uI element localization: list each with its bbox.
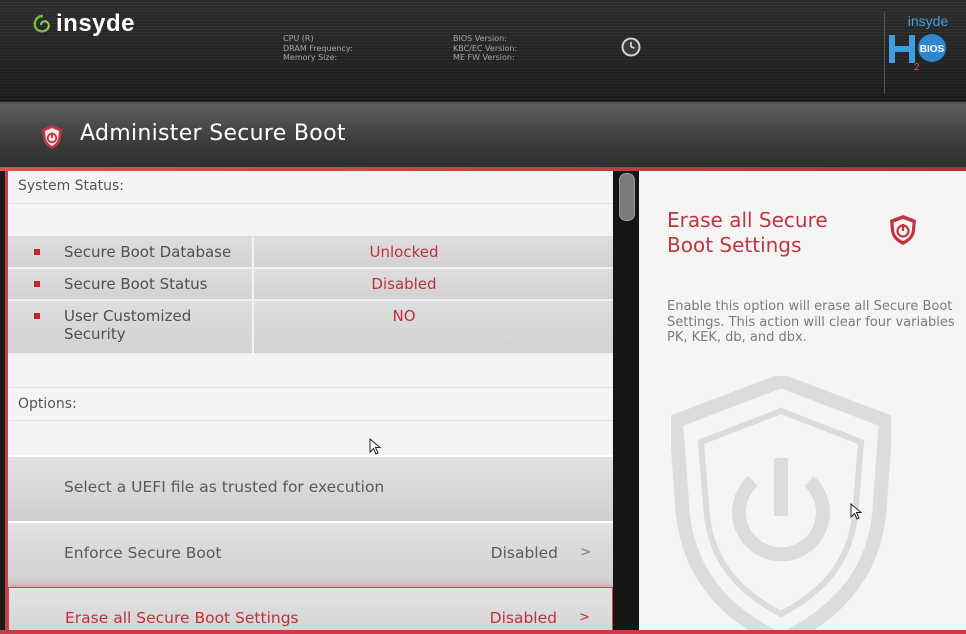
system-info-left: CPU (R) DRAM Frequency: Memory Size:	[283, 34, 353, 63]
status-name: Secure Boot Database	[64, 243, 232, 261]
settings-panel: System Status: Secure Boot Database Unlo…	[8, 171, 613, 634]
scrollbar-thumb[interactable]	[619, 173, 635, 221]
mouse-cursor-icon	[369, 438, 382, 455]
brand-name: insyde	[56, 10, 136, 37]
clock-icon[interactable]	[621, 37, 641, 57]
bullet-icon	[34, 281, 40, 287]
mouse-cursor-icon	[850, 503, 863, 520]
me-fw-version-label: ME FW Version:	[453, 53, 515, 62]
bottom-accent-line	[0, 630, 966, 634]
status-name: User Customized Security	[64, 307, 192, 343]
insyde-h2o-bios-logo: insyde BIOS 2	[884, 12, 949, 94]
option-select-uefi-file[interactable]: Select a UEFI file as trusted for execut…	[8, 455, 613, 521]
secure-boot-shield-icon	[42, 125, 62, 149]
svg-text:2: 2	[914, 62, 920, 73]
help-description: Enable this option will erase all Secure…	[667, 299, 955, 345]
option-erase-secure-boot-settings[interactable]: Erase all Secure Boot Settings Disabled …	[8, 587, 613, 634]
options-label: Options:	[18, 396, 77, 412]
page-title-bar: Administer Secure Boot	[0, 104, 966, 167]
spacer-row	[8, 355, 613, 388]
help-title: Erase all Secure Boot Settings	[667, 208, 828, 257]
status-row-secure-boot-database: Secure Boot Database Unlocked	[8, 237, 613, 269]
header-bar: insyde CPU (R) DRAM Frequency: Memory Si…	[0, 0, 966, 102]
shield-power-icon	[890, 215, 916, 245]
help-panel: Erase all Secure Boot Settings Enable th…	[639, 171, 966, 634]
dram-frequency-label: DRAM Frequency:	[283, 43, 353, 53]
status-value: Disabled	[371, 275, 437, 293]
chevron-right-icon: >	[580, 545, 591, 560]
svg-text:insyde: insyde	[908, 13, 949, 29]
options-header: Options:	[8, 388, 613, 421]
insyde-swirl-icon	[33, 14, 50, 33]
insyde-logo: insyde	[32, 10, 135, 38]
status-name: Secure Boot Status	[64, 275, 208, 293]
system-info-right: BIOS Version: KBC/EC Version: ME FW Vers…	[453, 34, 517, 63]
option-label: Select a UEFI file as trusted for execut…	[64, 478, 385, 496]
spacer-row	[8, 204, 613, 237]
status-table: Secure Boot Database Unlocked Secure Boo…	[8, 237, 613, 355]
option-value: Disabled	[490, 544, 558, 562]
status-value: NO	[392, 307, 416, 325]
scrollbar-track[interactable]	[613, 171, 639, 634]
option-label: Erase all Secure Boot Settings	[65, 609, 299, 627]
system-status-header: System Status:	[8, 171, 613, 204]
svg-text:BIOS: BIOS	[920, 44, 945, 55]
bullet-icon	[34, 249, 40, 255]
system-status-label: System Status:	[18, 178, 124, 194]
kbc-ec-version-label: KBC/EC Version:	[453, 43, 518, 53]
option-enforce-secure-boot[interactable]: Enforce Secure Boot Disabled >	[8, 521, 613, 587]
memory-size-label: Memory Size:	[283, 53, 338, 62]
chevron-right-icon: >	[579, 610, 590, 625]
bullet-icon	[34, 313, 40, 319]
option-value: Disabled	[489, 609, 557, 627]
option-label: Enforce Secure Boot	[64, 544, 222, 562]
cpu-label: CPU (R)	[283, 34, 314, 43]
spacer-row	[8, 421, 613, 456]
bios-version-label: BIOS Version:	[453, 34, 507, 43]
status-value: Unlocked	[369, 243, 439, 261]
status-row-secure-boot-status: Secure Boot Status Disabled	[8, 269, 613, 301]
status-row-user-customized-security: User Customized Security NO	[8, 301, 613, 355]
page-title: Administer Secure Boot	[80, 121, 346, 146]
